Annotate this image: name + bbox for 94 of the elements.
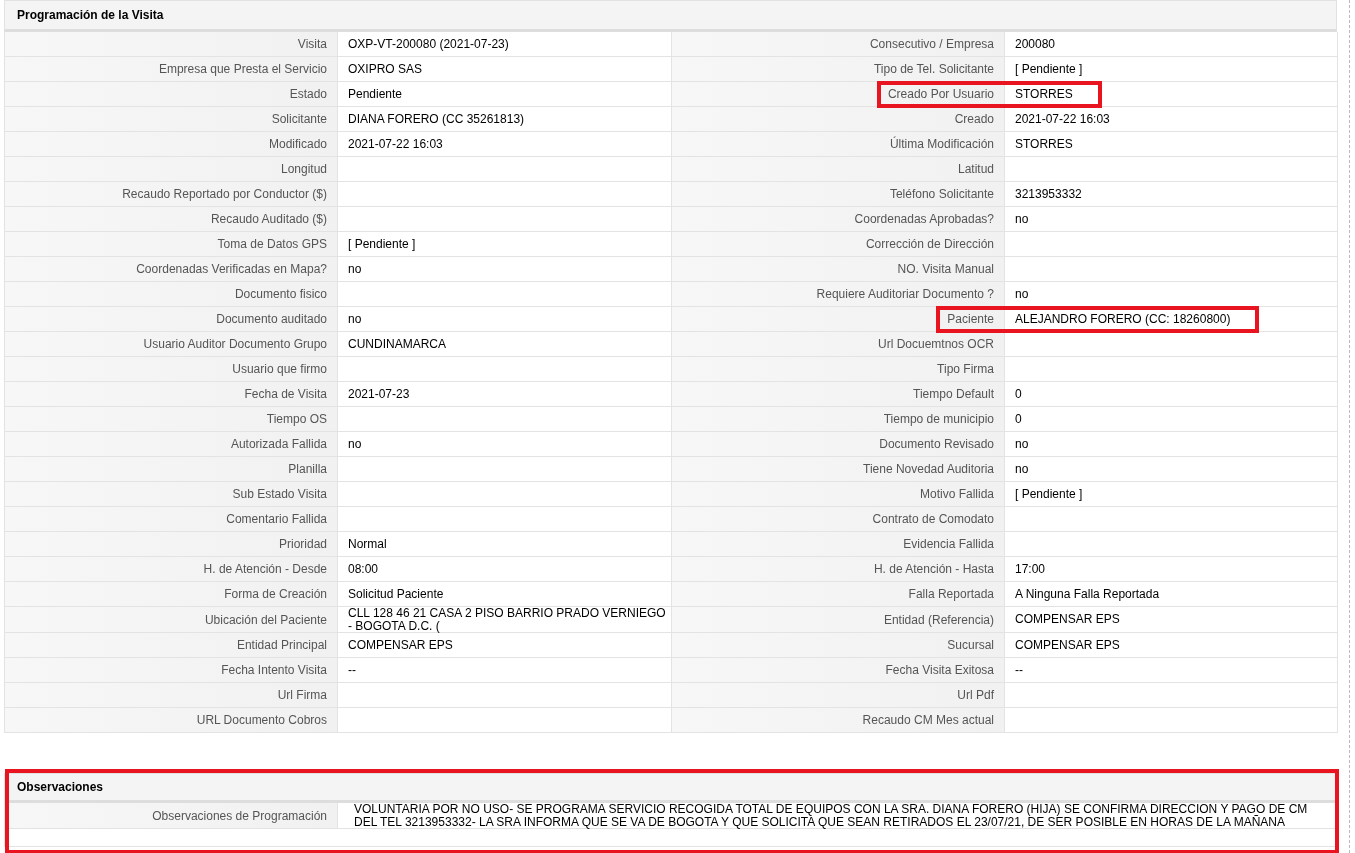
field-value: Normal — [338, 532, 672, 557]
field-label: Visita — [5, 32, 338, 57]
field-label: Recaudo CM Mes actual — [672, 708, 1005, 734]
field-value: -- — [1005, 658, 1338, 684]
field-value: COMPENSAR EPS — [1005, 607, 1338, 634]
field-value: 2021-07-22 16:03 — [338, 132, 672, 157]
field-value: A Ninguna Falla Reportada — [1005, 582, 1338, 607]
field-value: 2021-07-22 16:03 — [1005, 107, 1338, 132]
field-label: Longitud — [5, 157, 338, 182]
field-value: [ Pendiente ] — [1005, 482, 1338, 507]
field-label: Forma de Creación — [5, 582, 338, 607]
field-label: Recaudo Auditado ($) — [5, 207, 338, 232]
field-label: Estado — [5, 82, 338, 107]
field-value: no — [338, 307, 672, 332]
field-value: -- — [338, 658, 672, 684]
field-label: Solicitante — [5, 107, 338, 132]
field-value: Solicitud Paciente — [338, 582, 672, 607]
field-label: Entidad Principal — [5, 633, 338, 659]
field-label: Tiempo de municipio — [672, 407, 1005, 432]
field-label: Latitud — [672, 157, 1005, 182]
field-value: CLL 128 46 21 CASA 2 PISO BARRIO PRADO VERNIEGO - BOGOTA D.C. ( — [338, 607, 672, 634]
field-value: [ Pendiente ] — [1005, 57, 1338, 82]
field-label: H. de Atención - Hasta — [672, 557, 1005, 582]
field-label: Documento Revisado — [672, 432, 1005, 457]
field-value: Pendiente — [338, 82, 672, 107]
field-label: Paciente — [672, 307, 1005, 332]
field-label: Tiempo Default — [672, 382, 1005, 407]
field-label: Coordenadas Aprobadas? — [672, 207, 1005, 232]
field-label: Url Firma — [5, 683, 338, 709]
field-label: Teléfono Solicitante — [672, 182, 1005, 207]
field-label: Documento auditado — [5, 307, 338, 332]
field-label: Toma de Datos GPS — [5, 232, 338, 257]
field-value: COMPENSAR EPS — [1005, 633, 1338, 659]
field-label: Autorizada Fallida — [5, 432, 338, 457]
field-label: Creado — [672, 107, 1005, 132]
field-label: Modificado — [5, 132, 338, 157]
field-label: Planilla — [5, 457, 338, 482]
field-value: no — [1005, 432, 1338, 457]
field-value: 08:00 — [338, 557, 672, 582]
field-label: URL Documento Cobros — [5, 708, 338, 734]
field-label: Ubicación del Paciente — [5, 607, 338, 634]
field-value: CUNDINAMARCA — [338, 332, 672, 357]
field-label: Consecutivo / Empresa — [672, 32, 1005, 57]
field-label: Motivo Fallida — [672, 482, 1005, 507]
field-value: COMPENSAR EPS — [338, 633, 672, 659]
field-label: Tipo Firma — [672, 357, 1005, 382]
field-value: no — [338, 432, 672, 457]
field-value: DIANA FORERO (CC 35261813) — [338, 107, 672, 132]
field-label: Última Modificación — [672, 132, 1005, 157]
field-label: Usuario Auditor Documento Grupo — [5, 332, 338, 357]
field-value: OXIPRO SAS — [338, 57, 672, 82]
field-label: Entidad (Referencia) — [672, 607, 1005, 634]
field-label: Requiere Auditoriar Documento ? — [672, 282, 1005, 307]
field-value: STORRES — [1005, 82, 1338, 107]
field-label: Comentario Fallida — [5, 507, 338, 532]
field-label: Usuario que firmo — [5, 357, 338, 382]
field-label: Empresa que Presta el Servicio — [5, 57, 338, 82]
field-value: no — [1005, 282, 1338, 307]
field-label: Fecha Intento Visita — [5, 658, 338, 684]
field-value: 0 — [1005, 407, 1338, 432]
field-label: Recaudo Reportado por Conductor ($) — [5, 182, 338, 207]
field-value: 0 — [1005, 382, 1338, 407]
field-value: VOLUNTARIA POR NO USO- SE PROGRAMA SERVICIO RECOGIDA TOTAL DE EQUIPOS CON LA SRA. DIANA FORERO (HIJA) SE CONFIRMA DIRECCION Y PAGO DE CM DEL TEL 3213953332- LA SRA INFORMA QUE SE VA DE BOGOTA Y QUE SOLICITA QUE SEAN RETIRADOS EL 23/07/21, DE SER POSIBLE EN HORAS DE LA MAÑANA — [338, 803, 1338, 830]
field-value: [ Pendiente ] — [338, 232, 672, 257]
field-value: STORRES — [1005, 132, 1338, 157]
field-label: Fecha Visita Exitosa — [672, 658, 1005, 684]
field-label: Evidencia Fallida — [672, 532, 1005, 557]
field-label: Fecha de Visita — [5, 382, 338, 407]
field-value: ALEJANDRO FORERO (CC: 18260800) — [1005, 307, 1338, 332]
field-label: Tiempo OS — [5, 407, 338, 432]
field-label: Url Docuemtnos OCR — [672, 332, 1005, 357]
field-label: Corrección de Dirección — [672, 232, 1005, 257]
field-value: 200080 — [1005, 32, 1338, 57]
panel-title: Programación de la Visita — [4, 0, 1337, 32]
field-value: no — [338, 257, 672, 282]
field-value: no — [1005, 457, 1338, 482]
field-label: Sucursal — [672, 633, 1005, 659]
field-label: Prioridad — [5, 532, 338, 557]
field-label: Sub Estado Visita — [5, 482, 338, 507]
panel-title: Observaciones — [4, 773, 1337, 804]
field-value: OXP-VT-200080 (2021-07-23) — [338, 32, 672, 57]
field-value: 17:00 — [1005, 557, 1338, 582]
field-label: Url Pdf — [672, 683, 1005, 709]
field-label: Documento fisico — [5, 282, 338, 307]
field-value: no — [1005, 207, 1338, 232]
field-value: 3213953332 — [1005, 182, 1338, 207]
field-label: H. de Atención - Desde — [5, 557, 338, 582]
field-label: Coordenadas Verificadas en Mapa? — [5, 257, 338, 282]
field-label: Tipo de Tel. Solicitante — [672, 57, 1005, 82]
field-label: Tiene Novedad Auditoria — [672, 457, 1005, 482]
field-label: Falla Reportada — [672, 582, 1005, 607]
field-value: 2021-07-23 — [338, 382, 672, 407]
field-label: Contrato de Comodato — [672, 507, 1005, 532]
field-label: NO. Visita Manual — [672, 257, 1005, 282]
